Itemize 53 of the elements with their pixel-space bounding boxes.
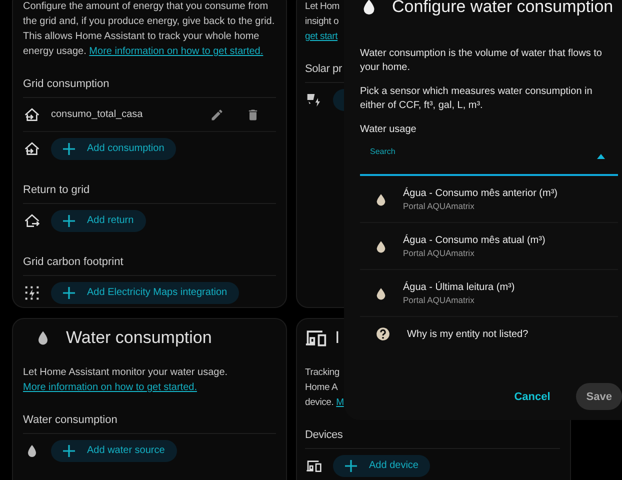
option-item[interactable]: Água - Consumo mês atual (m³) Portal AQUAmatrix [360, 223, 618, 270]
water-drop-icon [376, 286, 386, 300]
description-text: Let Home Assistant monitor your water usage. More information on how to get started. [23, 366, 229, 395]
description-text: device. M [305, 396, 344, 410]
section-title: Solar pr [305, 63, 342, 75]
description-text: Let Hom [305, 0, 340, 14]
home-export-icon [24, 212, 40, 228]
cancel-button[interactable]: Cancel [504, 383, 560, 410]
add-button[interactable]: Add consumption [51, 138, 176, 160]
section-title: Water consumption [23, 414, 118, 426]
section-title: Devices [305, 429, 343, 441]
dialog-title: Configure water consumption [392, 0, 614, 17]
description-text: Tracking [305, 366, 340, 380]
trash-icon[interactable] [246, 108, 260, 122]
home-import-icon [24, 106, 40, 122]
water-drop-icon [376, 240, 386, 252]
info-link[interactable]: get start [305, 31, 338, 42]
info-link[interactable]: More information on how to get started. [23, 382, 197, 393]
section-title: Grid carbon footprint [23, 256, 124, 268]
plus-icon [63, 142, 75, 154]
plus-icon [63, 444, 75, 456]
dialog-text: Water consumption is the volume of water that flows to your home. [360, 47, 603, 75]
dotted-bolt-icon [24, 284, 40, 300]
caret-up-icon[interactable] [597, 154, 605, 159]
add-button[interactable]: Add device [333, 454, 430, 476]
add-button[interactable]: Add return [51, 210, 146, 232]
entity-name: consumo_total_casa [51, 109, 144, 120]
option-item[interactable]: Why is my entity not listed? [360, 317, 618, 351]
section-title: Return to grid [23, 184, 90, 196]
description-text: Home A [305, 381, 338, 395]
info-link[interactable]: M [336, 397, 344, 408]
option-item[interactable]: Água - Consumo mês anterior (m³) Portal AQUAmatrix [360, 176, 618, 223]
section-title: Grid consumption [23, 78, 110, 90]
water-drop-icon [376, 192, 386, 206]
search-field[interactable]: Search [360, 139, 618, 176]
description-text: Configure the amount of energy that you consume from the grid and, if you produce energy, give back to the grid. This allows Home Assistant to track your whole home energy usage. More information on how to get started. [23, 0, 276, 59]
devices-icon [306, 458, 322, 474]
field-label: Water usage [360, 124, 418, 135]
plus-icon [63, 286, 75, 298]
pencil-icon[interactable] [210, 108, 224, 122]
card-title: I [335, 328, 340, 348]
home-import-icon [24, 140, 40, 156]
plus-icon [63, 214, 75, 226]
solar-panel-icon [306, 92, 322, 108]
help-icon [376, 327, 390, 341]
add-button[interactable]: Add water source [51, 440, 177, 462]
info-link[interactable]: More information on how to get started. [89, 46, 264, 57]
option-item[interactable]: Água - Última leitura (m³) Portal AQUAmatrix [360, 270, 618, 317]
description-text: insight o [305, 15, 339, 29]
dialog-text: Pick a sensor which measures water consumption in either of CCF, ft³, gal, L, m³. [360, 85, 594, 113]
card-title: Water consumption [66, 328, 212, 348]
plus-icon [345, 460, 357, 472]
add-button[interactable]: Add Electricity Maps integration [51, 282, 240, 304]
